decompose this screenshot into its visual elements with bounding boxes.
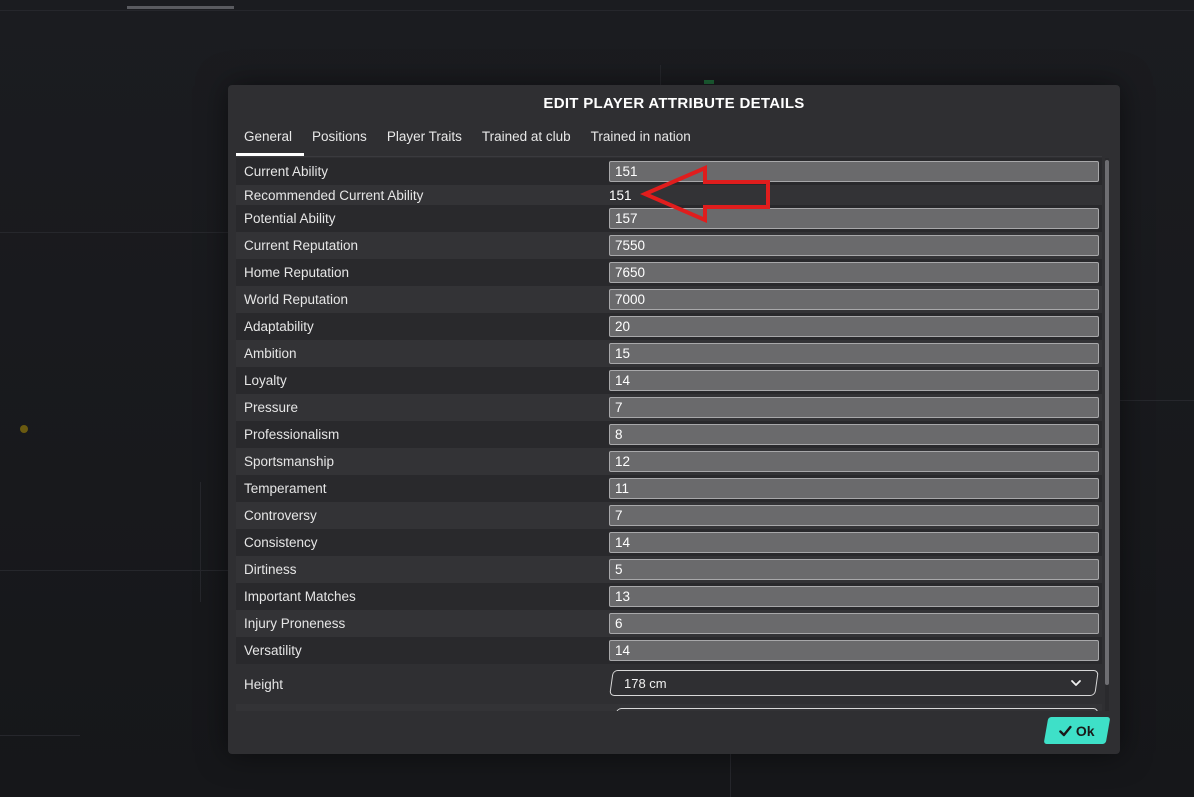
attribute-label: Controversy <box>244 508 317 523</box>
attribute-label: Sportsmanship <box>244 454 335 469</box>
tab-general[interactable]: General <box>236 127 305 156</box>
background-tab-underline <box>127 6 234 9</box>
dialog-tabs: General Positions Player Traits Trained … <box>236 127 703 157</box>
background-divider <box>1120 400 1194 401</box>
professionalism-field[interactable]: 8 <box>609 424 1099 445</box>
scrollbar-thumb[interactable] <box>1105 160 1109 685</box>
attribute-label: Consistency <box>244 535 318 550</box>
attribute-label: Loyalty <box>244 373 287 388</box>
versatility-field[interactable]: 14 <box>609 640 1099 661</box>
ok-button-label: Ok <box>1076 722 1095 739</box>
attribute-row-dirtiness: Dirtiness 5 <box>236 556 1102 583</box>
background-divider <box>0 10 1194 11</box>
background-divider <box>730 754 731 797</box>
tab-trained-at-club[interactable]: Trained at club <box>474 127 583 156</box>
chevron-down-icon <box>1071 680 1081 686</box>
attribute-row-loyalty: Loyalty 14 <box>236 367 1102 394</box>
tab-bar-divider <box>236 156 1102 157</box>
attribute-label: World Reputation <box>244 292 349 307</box>
ambition-field[interactable]: 15 <box>609 343 1099 364</box>
world-reputation-field[interactable]: 7000 <box>609 289 1099 310</box>
attribute-row-controversy: Controversy 7 <box>236 502 1102 529</box>
background-marker-icon <box>20 425 28 433</box>
checkmark-icon <box>1059 725 1072 736</box>
controversy-field[interactable]: 7 <box>609 505 1099 526</box>
attribute-label: Dirtiness <box>244 562 297 577</box>
attribute-row-temperament: Temperament 11 <box>236 475 1102 502</box>
attribute-label: Height <box>244 677 284 692</box>
background-divider <box>0 735 80 736</box>
attribute-row-height: Height 178 cm <box>236 664 1102 704</box>
tab-player-traits[interactable]: Player Traits <box>379 127 474 156</box>
attribute-label: Pressure <box>244 400 299 415</box>
attribute-label: Current Reputation <box>244 238 359 253</box>
attribute-label: Home Reputation <box>244 265 350 280</box>
loyalty-field[interactable]: 14 <box>609 370 1099 391</box>
background-status-indicator <box>704 80 714 84</box>
dialog-title: EDIT PLAYER ATTRIBUTE DETAILS <box>543 95 805 112</box>
pressure-field[interactable]: 7 <box>609 397 1099 418</box>
home-reputation-field[interactable]: 7650 <box>609 262 1099 283</box>
attribute-label: Current Ability <box>244 164 329 179</box>
background-divider <box>660 65 661 85</box>
important-matches-field[interactable]: 13 <box>609 586 1099 607</box>
attribute-row-sportsmanship: Sportsmanship 12 <box>236 448 1102 475</box>
tab-positions[interactable]: Positions <box>304 127 379 156</box>
tab-trained-in-nation[interactable]: Trained in nation <box>583 127 703 156</box>
attribute-row-partially-visible <box>236 704 1102 711</box>
adaptability-field[interactable]: 20 <box>609 316 1099 337</box>
red-arrow-left-icon <box>640 164 770 223</box>
attribute-row-important-matches: Important Matches 13 <box>236 583 1102 610</box>
dirtiness-field[interactable]: 5 <box>609 559 1099 580</box>
partially-visible-select[interactable] <box>613 708 1099 711</box>
attribute-row-ambition: Ambition 15 <box>236 340 1102 367</box>
current-reputation-field[interactable]: 7550 <box>609 235 1099 256</box>
attribute-label: Professionalism <box>244 427 340 442</box>
attribute-label: Temperament <box>244 481 327 496</box>
background-divider <box>0 570 228 571</box>
attribute-label: Adaptability <box>244 319 314 334</box>
attribute-label: Ambition <box>244 346 297 361</box>
attribute-row-home-reputation: Home Reputation 7650 <box>236 259 1102 286</box>
attribute-row-adaptability: Adaptability 20 <box>236 313 1102 340</box>
height-select-value: 178 cm <box>624 676 667 691</box>
recommended-current-ability-value: 151 <box>609 187 632 203</box>
background-divider <box>0 232 228 233</box>
attribute-label: Potential Ability <box>244 211 336 226</box>
ok-button[interactable]: Ok <box>1043 717 1111 744</box>
attribute-row-current-reputation: Current Reputation 7550 <box>236 232 1102 259</box>
attribute-row-consistency: Consistency 14 <box>236 529 1102 556</box>
consistency-field[interactable]: 14 <box>609 532 1099 553</box>
attributes-list: Current Ability 151 Recommended Current … <box>236 158 1102 711</box>
background-divider <box>200 482 201 602</box>
injury-proneness-field[interactable]: 6 <box>609 613 1099 634</box>
temperament-field[interactable]: 11 <box>609 478 1099 499</box>
attribute-row-pressure: Pressure 7 <box>236 394 1102 421</box>
height-select[interactable] <box>609 670 1099 696</box>
attribute-label: Injury Proneness <box>244 616 346 631</box>
sportsmanship-field[interactable]: 12 <box>609 451 1099 472</box>
attribute-label: Versatility <box>244 643 302 658</box>
attribute-row-injury-proneness: Injury Proneness 6 <box>236 610 1102 637</box>
attribute-row-versatility: Versatility 14 <box>236 637 1102 664</box>
attribute-row-professionalism: Professionalism 8 <box>236 421 1102 448</box>
attribute-row-world-reputation: World Reputation 7000 <box>236 286 1102 313</box>
attribute-label: Recommended Current Ability <box>244 187 424 203</box>
attribute-label: Important Matches <box>244 589 356 604</box>
